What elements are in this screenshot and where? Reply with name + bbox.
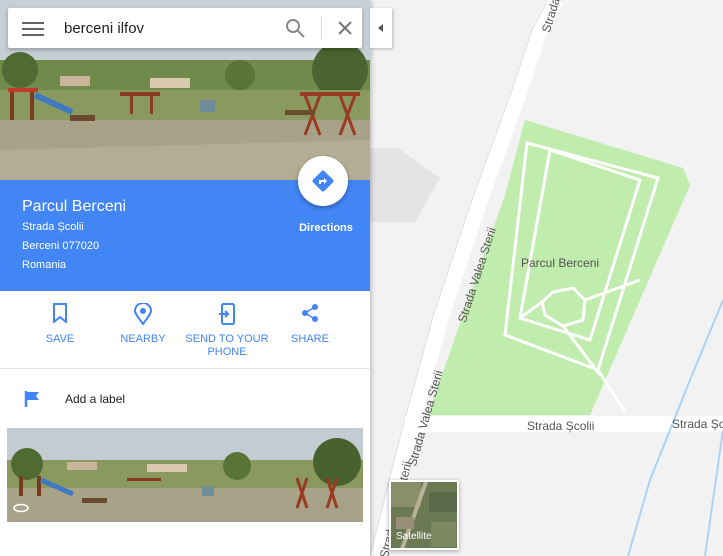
share-label: SHARE: [291, 333, 329, 345]
place-header-card: Parcul Berceni Strada Școlii Berceni 077…: [0, 156, 370, 291]
close-icon[interactable]: [335, 18, 355, 38]
nearby-pin-icon: [98, 302, 188, 326]
street-view-image: [7, 428, 363, 522]
nearby-button[interactable]: NEARBY: [98, 302, 188, 346]
directions-label[interactable]: Directions: [286, 222, 366, 234]
chevron-left-icon: [378, 24, 383, 32]
map-street-label-scolii-2: Strada Șc: [672, 417, 723, 431]
send-to-phone-label: SEND TO YOUR PHONE: [185, 333, 269, 358]
collapse-panel-button[interactable]: [370, 8, 392, 48]
address-line-country: Romania: [22, 259, 67, 271]
menu-icon[interactable]: [22, 19, 44, 37]
add-label-text: Add a label: [65, 392, 126, 406]
search-box: [8, 8, 362, 48]
map-park-label[interactable]: Parcul Berceni: [521, 256, 599, 270]
share-button[interactable]: SHARE: [265, 303, 355, 346]
flag-icon: [24, 391, 39, 407]
add-label-row[interactable]: Add a label: [0, 382, 370, 416]
search-divider: [321, 16, 322, 40]
rotate-360-icon: [13, 503, 29, 513]
action-bar: SAVE NEARBY SEND TO YOUR PHONE SHARE: [0, 291, 370, 369]
place-title: Parcul Berceni: [22, 198, 127, 215]
search-input[interactable]: [64, 16, 264, 40]
bookmark-icon: [15, 303, 105, 325]
directions-arrow-icon: [319, 178, 327, 184]
save-label: SAVE: [45, 333, 75, 345]
save-button[interactable]: SAVE: [15, 303, 105, 346]
directions-button[interactable]: [298, 156, 348, 206]
address-line-city: Berceni 077020: [22, 240, 100, 252]
nearby-label: NEARBY: [120, 333, 166, 345]
building-shape: [370, 148, 440, 222]
satellite-label: Satellite: [396, 531, 432, 542]
address-line-street: Strada Școlii: [22, 221, 84, 233]
search-icon[interactable]: [284, 17, 308, 39]
water-line-2: [704, 429, 723, 556]
share-icon: [265, 303, 355, 325]
send-to-phone-icon: [182, 303, 272, 325]
send-to-phone-button[interactable]: SEND TO YOUR PHONE: [182, 303, 272, 359]
satellite-toggle-button[interactable]: Satellite: [389, 480, 459, 550]
place-panel: Parcul Berceni Strada Școlii Berceni 077…: [0, 0, 370, 556]
map-street-label-scolii: Strada Școlii: [527, 419, 595, 433]
street-view-photo[interactable]: [7, 428, 363, 522]
